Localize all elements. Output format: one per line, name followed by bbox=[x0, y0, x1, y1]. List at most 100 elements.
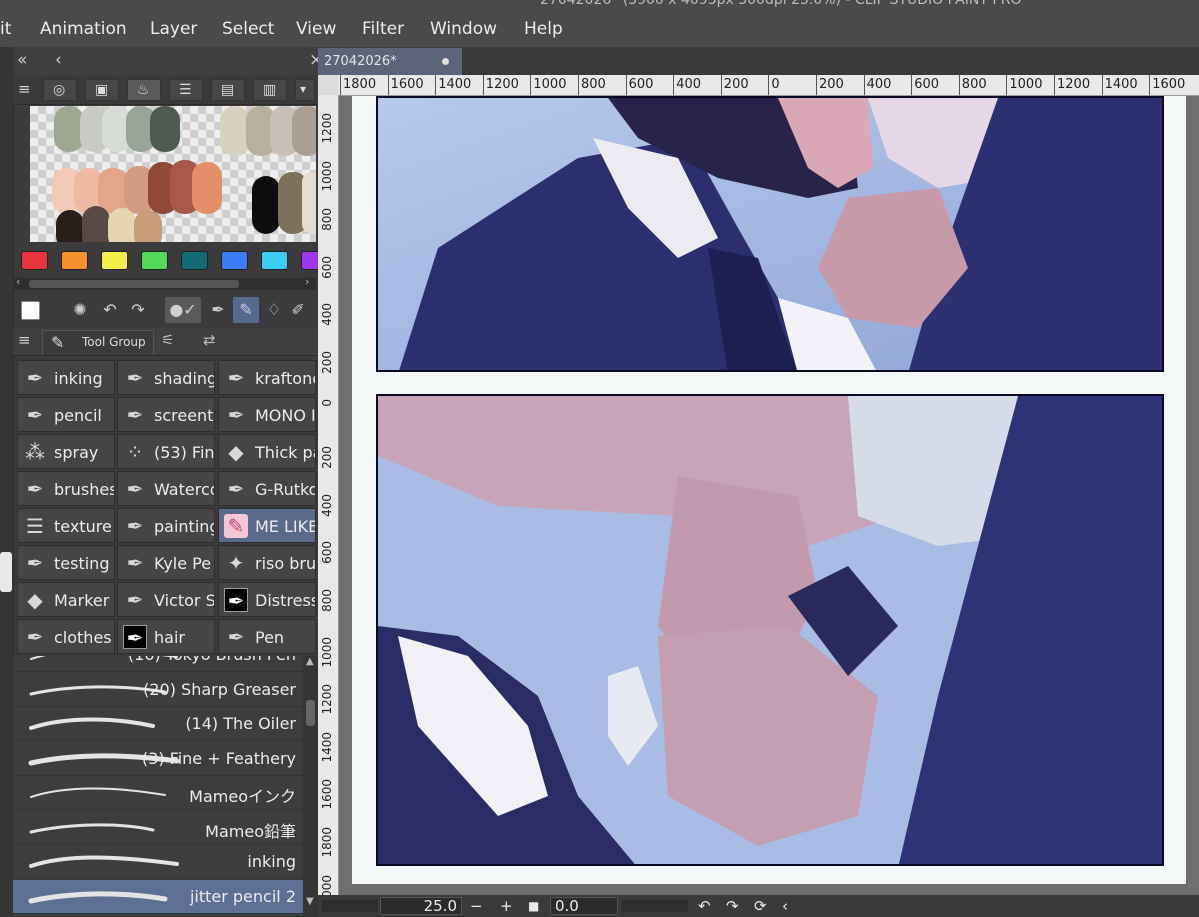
color-set-palette[interactable] bbox=[30, 106, 316, 242]
scrollbar-thumb[interactable] bbox=[306, 700, 315, 726]
palette-swatch[interactable] bbox=[252, 176, 280, 234]
tool-button[interactable]: ✒ Distress bbox=[218, 582, 316, 617]
tool-button[interactable]: ◆ Thick pa bbox=[218, 434, 316, 469]
rotation-field[interactable]: 0.0 bbox=[550, 897, 618, 915]
rotation-slider[interactable] bbox=[622, 900, 688, 912]
rotate-right-icon[interactable]: ↷ bbox=[726, 897, 739, 915]
tool-button[interactable]: ✒ G-Rutko bbox=[218, 471, 316, 506]
tool-button[interactable]: ⁘ (53) Fin bbox=[117, 434, 215, 469]
color-swatch[interactable] bbox=[141, 251, 168, 270]
tool-button[interactable]: ✒ hair bbox=[117, 619, 215, 654]
menu-item-window[interactable]: Window bbox=[430, 19, 497, 39]
color-wheel-tab[interactable]: ◎ bbox=[43, 79, 77, 101]
redo-icon[interactable]: ↷ bbox=[125, 297, 151, 323]
tabs-overflow-button[interactable]: ▾ bbox=[295, 79, 315, 101]
tool-button[interactable]: ✒ Kyle Pe bbox=[117, 545, 215, 580]
fit-stop-icon[interactable]: ■ bbox=[528, 899, 539, 917]
color-swatch[interactable] bbox=[101, 251, 128, 270]
menu-item-layer[interactable]: Layer bbox=[150, 19, 197, 39]
palette-swatch[interactable] bbox=[292, 106, 316, 156]
brush-list-item[interactable]: (20) Sharp Greaser bbox=[13, 673, 303, 707]
tool-button[interactable]: ✒ MONO I bbox=[218, 397, 316, 432]
tool-button[interactable]: ✒ Victor S bbox=[117, 582, 215, 617]
menu-item-view[interactable]: View bbox=[296, 19, 336, 39]
approximate-color-tab[interactable]: ▤ bbox=[211, 79, 245, 101]
canvas-paper[interactable] bbox=[352, 96, 1186, 884]
color-swatch[interactable] bbox=[181, 251, 208, 270]
sub-tool-settings-icon[interactable]: ⚟ bbox=[161, 331, 174, 349]
tool-button[interactable]: ✒ testing bbox=[17, 545, 115, 580]
color-swatch[interactable] bbox=[21, 251, 48, 270]
brush-list-item[interactable]: Mameo鉛筆 bbox=[13, 811, 303, 845]
horizontal-ruler[interactable]: 1800 1600 1400 1200 1000 800 600 400 200 0 200 400 6… bbox=[338, 75, 1199, 96]
menu-item-filter[interactable]: Filter bbox=[362, 19, 404, 39]
brush-list-item[interactable]: (3) Fine + Feathery bbox=[13, 742, 303, 776]
document-tab[interactable]: 27042026* bbox=[318, 48, 462, 75]
reset-rotation-icon[interactable]: ⟳ bbox=[754, 897, 767, 915]
tool-button[interactable]: ✒ painting bbox=[117, 508, 215, 543]
brush-list-item[interactable]: Mameoインク bbox=[13, 776, 303, 810]
tool-button[interactable]: ✦ riso brus bbox=[218, 545, 316, 580]
tool-button[interactable]: ✒ inking bbox=[17, 360, 115, 395]
color-history-tab[interactable]: ▥ bbox=[253, 79, 287, 101]
intermediate-color-tab[interactable]: ☰ bbox=[169, 79, 203, 101]
main-color-chip[interactable] bbox=[21, 301, 40, 320]
dock-handle[interactable] bbox=[0, 552, 12, 592]
tool-button[interactable]: ◆ Marker bbox=[17, 582, 115, 617]
brush-list-item[interactable]: (16) Tokyo Brush Pen bbox=[13, 656, 303, 672]
zoom-field[interactable]: 25.0 bbox=[380, 897, 462, 915]
tool-button[interactable]: ✒ screenton bbox=[117, 397, 215, 432]
color-slider-tab[interactable]: ▣ bbox=[85, 79, 119, 101]
brush-list-item[interactable]: inking bbox=[13, 845, 303, 879]
color-set-tab[interactable]: ♨ bbox=[127, 79, 161, 101]
palette-swatch[interactable] bbox=[134, 210, 162, 242]
palette-swatch[interactable] bbox=[192, 162, 222, 214]
menu-item-select[interactable]: Select bbox=[222, 19, 274, 39]
panel-menu-icon[interactable]: ≡ bbox=[18, 80, 31, 98]
tool-button[interactable]: ⁂ spray bbox=[17, 434, 115, 469]
vertical-ruler[interactable]: 1200 1000 800 600 400 200 0 200 400 600 800 1000 120… bbox=[318, 95, 339, 895]
palette-swatch[interactable] bbox=[108, 208, 136, 242]
palette-swatch[interactable] bbox=[302, 172, 316, 234]
tool-button[interactable]: ✒ Pen bbox=[218, 619, 316, 654]
collapse-double-chevron-icon[interactable]: « bbox=[17, 50, 27, 70]
zoom-in-icon[interactable]: + bbox=[500, 897, 513, 915]
color-swatch[interactable] bbox=[61, 251, 88, 270]
scroll-right-icon[interactable]: › bbox=[305, 275, 309, 288]
menu-item-help[interactable]: Help bbox=[524, 19, 563, 39]
unsaved-dot-icon[interactable] bbox=[442, 58, 449, 65]
brush-icon[interactable]: ✎ bbox=[233, 297, 259, 323]
pen-nib-icon[interactable]: ✒ bbox=[205, 297, 231, 323]
brush-list-item[interactable]: (14) The Oiler bbox=[13, 707, 303, 741]
brush-list-item[interactable]: jitter pencil 2 bbox=[13, 879, 303, 914]
tool-button[interactable]: ☰ texture b bbox=[17, 508, 115, 543]
rotate-left-icon[interactable]: ↶ bbox=[698, 897, 711, 915]
menu-item-animation[interactable]: Animation bbox=[40, 19, 127, 39]
tool-button[interactable]: ✎ ME LIKE bbox=[218, 508, 316, 543]
comic-panel-top[interactable] bbox=[376, 96, 1164, 372]
eyedropper-icon[interactable]: ✐ bbox=[285, 297, 311, 323]
palette-swatch[interactable] bbox=[82, 206, 110, 242]
brush-list-scrollbar[interactable]: ▲ ▼ bbox=[303, 656, 318, 917]
palette-swatch[interactable] bbox=[150, 106, 180, 152]
scroll-up-icon[interactable]: ▲ bbox=[306, 656, 314, 667]
chevron-left-icon[interactable]: ‹ bbox=[55, 50, 62, 70]
scroll-down-icon[interactable]: ▼ bbox=[306, 896, 314, 907]
chevron-left-icon[interactable]: ‹ bbox=[782, 897, 788, 915]
palette-scrollbar[interactable]: ‹ › bbox=[13, 275, 316, 290]
menu-item-it[interactable]: it bbox=[0, 19, 11, 39]
sub-tool-tab-icon[interactable]: ⇄ bbox=[203, 331, 216, 349]
color-swatch[interactable] bbox=[261, 251, 288, 270]
zoom-out-icon[interactable]: − bbox=[470, 897, 483, 915]
stabilizer-toggle-icon[interactable]: ●✓ bbox=[165, 297, 201, 323]
drops-icon[interactable]: ♢ bbox=[261, 297, 287, 323]
panel-menu-icon[interactable]: ≡ bbox=[18, 331, 31, 349]
undo-icon[interactable]: ↶ bbox=[97, 297, 123, 323]
tool-button[interactable]: ✒ Waterco bbox=[117, 471, 215, 506]
color-swatch[interactable] bbox=[221, 251, 248, 270]
scrollbar-thumb[interactable] bbox=[29, 280, 239, 288]
scroll-left-icon[interactable]: ‹ bbox=[16, 275, 20, 288]
tool-button[interactable]: ✒ shading bbox=[117, 360, 215, 395]
palette-swatch[interactable] bbox=[56, 210, 84, 242]
tool-button[interactable]: ✒ pencil bbox=[17, 397, 115, 432]
